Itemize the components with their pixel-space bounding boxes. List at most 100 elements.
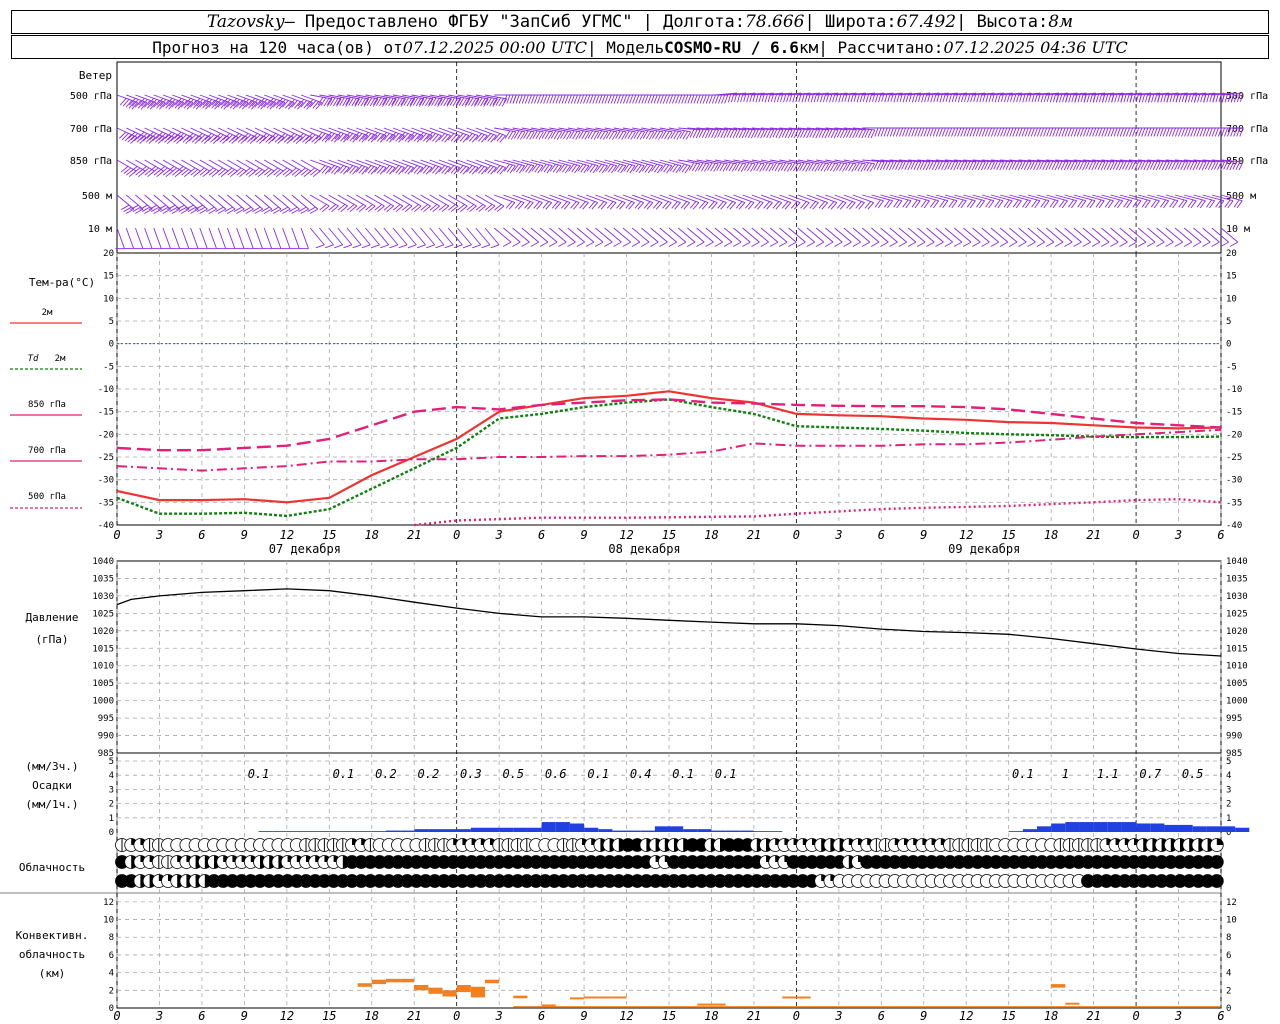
wind-barb-staff: [723, 227, 742, 243]
wind-barb-staff: [272, 227, 282, 249]
wind-barb: [179, 227, 190, 250]
wind-barb-feather: [1018, 241, 1027, 247]
conv-cloud-bar: [1051, 984, 1066, 988]
wind-barb: [162, 159, 183, 178]
time-tick-label: 9: [920, 528, 927, 542]
wind-barb: [227, 159, 247, 178]
wind-barb: [401, 194, 422, 213]
temp-tick-label-right: -30: [1226, 476, 1242, 486]
wind-barb-staff: [1055, 227, 1073, 243]
time-tick-label-bottom: 3: [155, 1009, 163, 1023]
wind-barb-feather: [1220, 127, 1226, 137]
wind-barb-feather: [908, 127, 913, 137]
time-tick-label-bottom: 9: [241, 1009, 248, 1023]
wind-barb-staff: [687, 227, 705, 243]
wind-barb-staff: [153, 227, 162, 249]
precip-tick-label: 4: [109, 771, 114, 781]
wind-barb-feather: [641, 94, 646, 104]
time-tick-label: 21: [1086, 528, 1100, 542]
wind-barb-staff: [1193, 227, 1211, 243]
wind-barb-staff: [337, 227, 353, 246]
wind-barb-feather: [684, 94, 689, 104]
wind-barb-feather: [644, 94, 649, 104]
wind-barb: [383, 194, 404, 213]
wind-barb: [420, 194, 440, 213]
precip-3h-label: 0.6: [545, 767, 567, 781]
wind-level-label: 700 гПа: [70, 124, 112, 135]
time-tick-label-bottom: 0: [1132, 1009, 1139, 1023]
wind-barb-feather: [895, 127, 900, 137]
conv-tick-label: 2: [109, 986, 114, 996]
wind-barb-feather: [1162, 127, 1167, 137]
wind-barb-staff: [1147, 227, 1165, 243]
wind-barb-feather: [539, 241, 549, 247]
wind-barb-feather: [352, 244, 362, 249]
wind-barb: [153, 159, 174, 178]
wind-barb: [337, 194, 358, 213]
wind-barb-feather: [834, 241, 843, 247]
wind-barb-feather: [969, 127, 974, 137]
wind-barb-feather: [1033, 127, 1038, 137]
wind-barb: [271, 227, 282, 250]
wind-barb-feather: [521, 241, 530, 247]
pressure-line: [116, 588, 1222, 657]
wind-barb-feather: [632, 94, 637, 104]
precip-bar: [753, 831, 769, 832]
wind-barb-staff: [236, 227, 245, 249]
wind-level-label: 850 гПа: [70, 156, 112, 167]
time-tick-label: 18: [365, 528, 379, 542]
wind-barb-feather: [398, 244, 408, 249]
wind-barb-staff: [677, 227, 696, 243]
wind-barb-feather: [714, 241, 723, 247]
legend-label-500: 500 гПа: [28, 492, 66, 502]
wind-barb-staff: [429, 227, 445, 246]
wind-barb-feather: [1089, 127, 1094, 137]
wind-barb-staff: [963, 227, 981, 243]
conv-tick-label-right: 8: [1226, 933, 1231, 943]
wind-barb: [273, 159, 293, 178]
conv-cloud-bar: [470, 986, 485, 998]
cloud-circle: [1209, 874, 1224, 888]
wind-barb-staff: [1119, 227, 1137, 243]
wind-barb-staff: [907, 227, 926, 243]
conv-cloud-bar: [385, 978, 401, 983]
wind-barb-feather: [1199, 127, 1204, 137]
wind-barb-feather: [1107, 127, 1112, 137]
wind-barb-feather: [595, 94, 600, 104]
wind-barb-feather: [650, 241, 659, 247]
wind-barb-feather: [824, 241, 834, 247]
conv-unit: (км): [39, 967, 66, 980]
wind-barb-feather: [806, 241, 815, 247]
wind-barb-feather: [889, 127, 894, 137]
time-tick-label-bottom: 3: [834, 1009, 842, 1023]
precip-bar: [612, 830, 627, 832]
wind-barb-feather: [678, 94, 683, 104]
wind-barb-feather: [576, 94, 582, 104]
precip-bar: [768, 831, 783, 832]
wind-barb-feather: [521, 94, 526, 104]
precip-bar: [1235, 827, 1250, 832]
time-tick-label-bottom: 6: [878, 1009, 885, 1023]
wind-barb-feather: [668, 241, 677, 247]
wind-barb-staff: [585, 227, 604, 243]
wind-barb-staff: [871, 227, 889, 243]
cloud-cover-symbol: [1209, 855, 1224, 869]
time-tick-label: 15: [662, 528, 676, 542]
wind-barb-feather: [589, 94, 594, 104]
wind-barb-staff: [1174, 227, 1193, 243]
wind-barb-feather: [711, 94, 716, 104]
wind-barb-staff: [935, 227, 953, 243]
conv-cloud-bar: [414, 985, 429, 991]
wind-barb-feather: [687, 94, 692, 104]
wind-barb-staff: [898, 227, 917, 243]
wind-barb-feather: [1009, 127, 1014, 137]
wind-barb-feather: [932, 127, 937, 137]
wind-barb-staff: [622, 227, 641, 243]
time-tick-label: 6: [198, 528, 205, 542]
time-tick-label: 12: [959, 528, 973, 542]
wind-barb-feather: [1165, 241, 1174, 247]
wind-barb-staff: [769, 227, 788, 243]
wind-level-label-right: 10 м: [1226, 224, 1250, 235]
wind-barb-feather: [552, 94, 557, 104]
wind-barb-feather: [530, 241, 539, 247]
